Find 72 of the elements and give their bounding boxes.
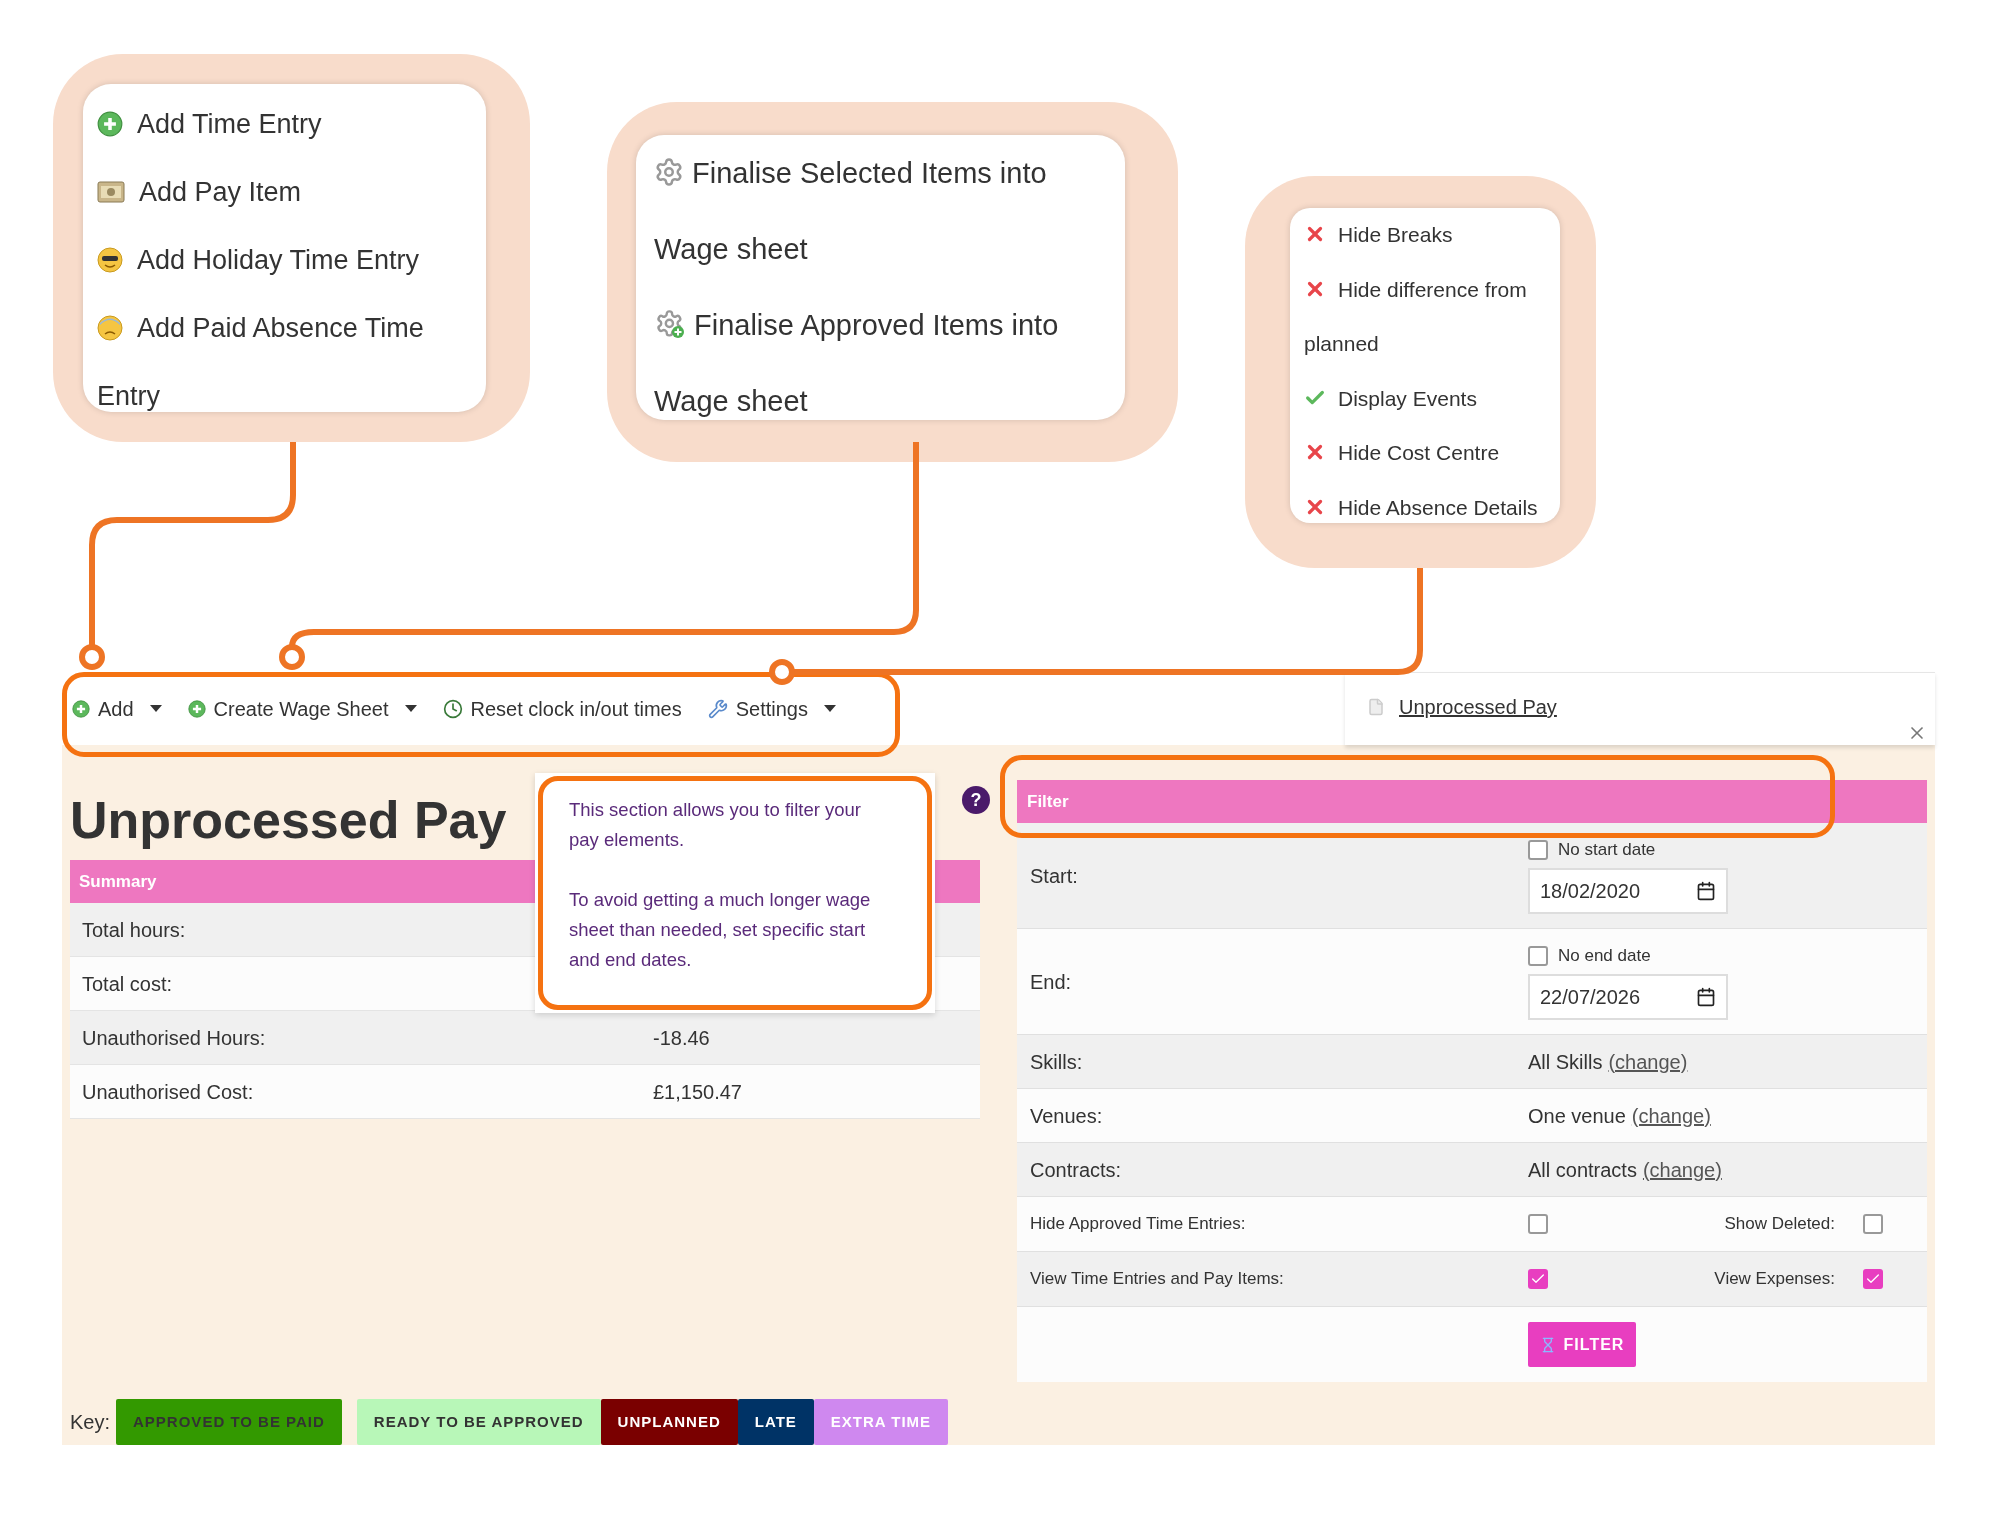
change-link[interactable]: (change) (1631, 1100, 1711, 1131)
field-value: One venue (1528, 1103, 1626, 1129)
menu-item[interactable]: Hide Absence Details (1304, 480, 1546, 535)
toolbar-button[interactable]: Add (72, 693, 162, 724)
plus-icon (72, 699, 90, 718)
field-label: Show Deleted: (1724, 1213, 1835, 1236)
menu-item[interactable]: Finalise Approved Items into Wage sheet (654, 287, 1107, 439)
field-label: End: (1029, 969, 1073, 995)
caret-icon (404, 705, 417, 712)
cash-icon (97, 178, 125, 205)
page-title: Unprocessed Pay (70, 790, 507, 851)
key-label: Key: (70, 1410, 111, 1435)
field-label: View Expenses: (1714, 1268, 1835, 1291)
status-badge: APPROVED TO BE PAID (116, 1399, 342, 1445)
toolbar-button[interactable]: Reset clock in/out times (442, 693, 682, 724)
change-link[interactable]: (change) (1642, 1154, 1722, 1185)
clock-icon (442, 698, 463, 719)
toolbar-button[interactable]: Create Wage Sheet (187, 693, 417, 724)
change-link[interactable]: (change) (1608, 1046, 1688, 1077)
status-badge: EXTRA TIME (813, 1399, 949, 1445)
calendar-icon[interactable] (1696, 881, 1716, 902)
status-badge: READY TO BE APPROVED (356, 1399, 601, 1445)
page-icon (1367, 698, 1385, 716)
table-cell-text: £1,150.47 (653, 1079, 743, 1105)
caret-icon (149, 705, 162, 712)
plus-icon (187, 699, 206, 718)
status-badge: LATE (737, 1399, 814, 1445)
field-label: Skills: (1029, 1049, 1084, 1075)
plus-icon (97, 110, 123, 137)
menu-item[interactable]: Add Time Entry (97, 90, 472, 158)
checkbox[interactable] (1528, 839, 1548, 860)
field-label: Contracts: (1029, 1157, 1123, 1183)
menu-item[interactable]: Add Holiday Time Entry (97, 226, 472, 294)
checkbox-label: No start date (1558, 838, 1656, 861)
menu-item[interactable]: Hide Breaks (1304, 208, 1546, 263)
menu-item[interactable]: Hide Cost Centre (1304, 426, 1546, 481)
menu-item[interactable]: Display Events (1304, 371, 1546, 426)
table-cell-text: Unauthorised Hours: (82, 1025, 266, 1051)
field-label: Hide Approved Time Entries: (1029, 1213, 1247, 1236)
checkbox[interactable] (1528, 945, 1548, 966)
wrench-icon (707, 698, 728, 719)
caret-icon (824, 705, 836, 712)
checkbox[interactable] (1863, 1214, 1883, 1234)
table-cell-text: Total hours: (82, 917, 186, 943)
toolbar-button[interactable]: Settings (707, 693, 836, 724)
table-cell-text: -18.46 (653, 1025, 711, 1051)
date-field[interactable]: 22/07/2026 (1528, 974, 1728, 1021)
checkbox[interactable] (1528, 1214, 1548, 1234)
calendar-icon[interactable] (1696, 987, 1716, 1008)
field-value: All contracts (1528, 1157, 1637, 1183)
tooltip-text: This section allows you to filter your pay elements. (569, 798, 862, 852)
worried-smiley-icon (97, 314, 123, 341)
checkbox[interactable] (1863, 1269, 1883, 1289)
table-cell-text: Total cost: (82, 971, 173, 997)
field-value: All Skills (1528, 1049, 1603, 1075)
checkbox-label: No end date (1558, 944, 1651, 967)
gear-plus-icon (654, 308, 686, 341)
filter-header: Filter (1017, 780, 1927, 823)
field-label: Start: (1029, 863, 1079, 889)
filter-button[interactable]: FILTER (1528, 1322, 1636, 1367)
gear-icon (654, 157, 684, 188)
menu-item[interactable]: Hide difference from planned (1304, 262, 1546, 372)
table-cell-text: Unauthorised Cost: (82, 1079, 254, 1105)
field-label: Venues: (1029, 1103, 1104, 1129)
menu-item[interactable]: Add Paid Absence Time Entry (97, 294, 472, 430)
date-field[interactable]: 18/02/2020 (1528, 868, 1728, 915)
checkbox[interactable] (1528, 1269, 1548, 1289)
sunglasses-smiley-icon (97, 246, 123, 273)
menu-item[interactable]: Add Pay Item (97, 158, 472, 226)
field-label: View Time Entries and Pay Items: (1029, 1268, 1285, 1291)
menu-item[interactable]: Finalise Selected Items into Wage sheet (654, 135, 1107, 287)
status-badge: UNPLANNED (600, 1399, 738, 1445)
